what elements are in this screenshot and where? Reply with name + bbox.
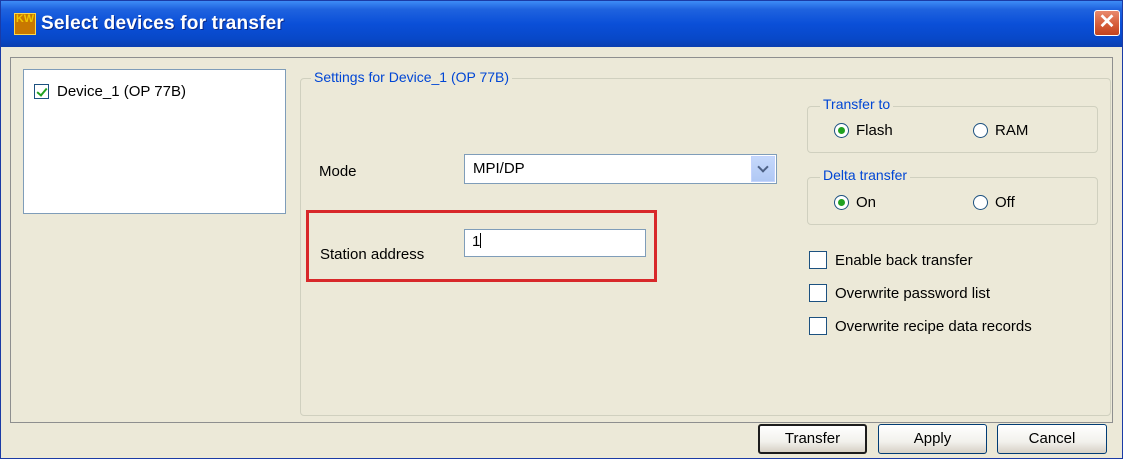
close-icon: ✕	[1098, 11, 1116, 33]
overwrite-password-list-checkbox[interactable]: Overwrite password list	[809, 284, 990, 302]
station-address-input[interactable]: 1	[464, 229, 646, 257]
dropdown-arrow-button[interactable]	[751, 156, 775, 182]
transfer-dialog: KW Select devices for transfer ✕ Device_…	[0, 0, 1123, 459]
radio-on-label: On	[856, 194, 877, 211]
enable-back-transfer-checkbox[interactable]: Enable back transfer	[809, 251, 973, 269]
close-button[interactable]: ✕	[1094, 10, 1120, 36]
list-item[interactable]: Device_1 (OP 77B)	[34, 83, 186, 100]
device-list[interactable]: Device_1 (OP 77B)	[23, 69, 286, 214]
station-address-value: 1	[472, 233, 481, 250]
chevron-down-icon	[757, 161, 769, 173]
mode-label: Mode	[319, 163, 357, 180]
transfer-button[interactable]: Transfer	[758, 424, 867, 454]
radio-on[interactable]: On	[834, 194, 876, 211]
delta-transfer-title: Delta transfer	[820, 167, 911, 183]
overwrite-password-list-box[interactable]	[809, 284, 827, 302]
settings-group-title: Settings for Device_1 (OP 77B)	[311, 69, 513, 85]
overwrite-recipe-data-box[interactable]	[809, 317, 827, 335]
overwrite-password-list-label: Overwrite password list	[835, 284, 991, 302]
radio-off[interactable]: Off	[973, 194, 1015, 211]
apply-button[interactable]: Apply	[878, 424, 987, 454]
title-bar[interactable]: KW Select devices for transfer ✕	[1, 1, 1122, 47]
cancel-button[interactable]: Cancel	[997, 424, 1107, 454]
radio-ram-button[interactable]	[973, 123, 988, 138]
radio-on-button[interactable]	[834, 195, 849, 210]
radio-ram[interactable]: RAM	[973, 122, 1028, 139]
station-address-label: Station address	[320, 246, 425, 263]
text-caret	[480, 233, 482, 248]
radio-off-label: Off	[995, 194, 1015, 211]
radio-ram-label: RAM	[995, 122, 1029, 139]
enable-back-transfer-label: Enable back transfer	[835, 251, 973, 269]
radio-flash-button[interactable]	[834, 123, 849, 138]
mode-value: MPI/DP	[473, 160, 525, 177]
enable-back-transfer-box[interactable]	[809, 251, 827, 269]
overwrite-recipe-data-label: Overwrite recipe data records	[835, 317, 1032, 335]
radio-flash-label: Flash	[856, 122, 893, 139]
device-checkbox[interactable]	[34, 84, 49, 99]
radio-flash[interactable]: Flash	[834, 122, 893, 139]
window-title: Select devices for transfer	[41, 13, 285, 34]
mode-select[interactable]: MPI/DP	[464, 154, 777, 184]
transfer-to-title: Transfer to	[820, 96, 894, 112]
app-icon: KW	[14, 13, 36, 35]
overwrite-recipe-data-checkbox[interactable]: Overwrite recipe data records	[809, 317, 1032, 335]
radio-off-button[interactable]	[973, 195, 988, 210]
device-label: Device_1 (OP 77B)	[57, 83, 186, 100]
